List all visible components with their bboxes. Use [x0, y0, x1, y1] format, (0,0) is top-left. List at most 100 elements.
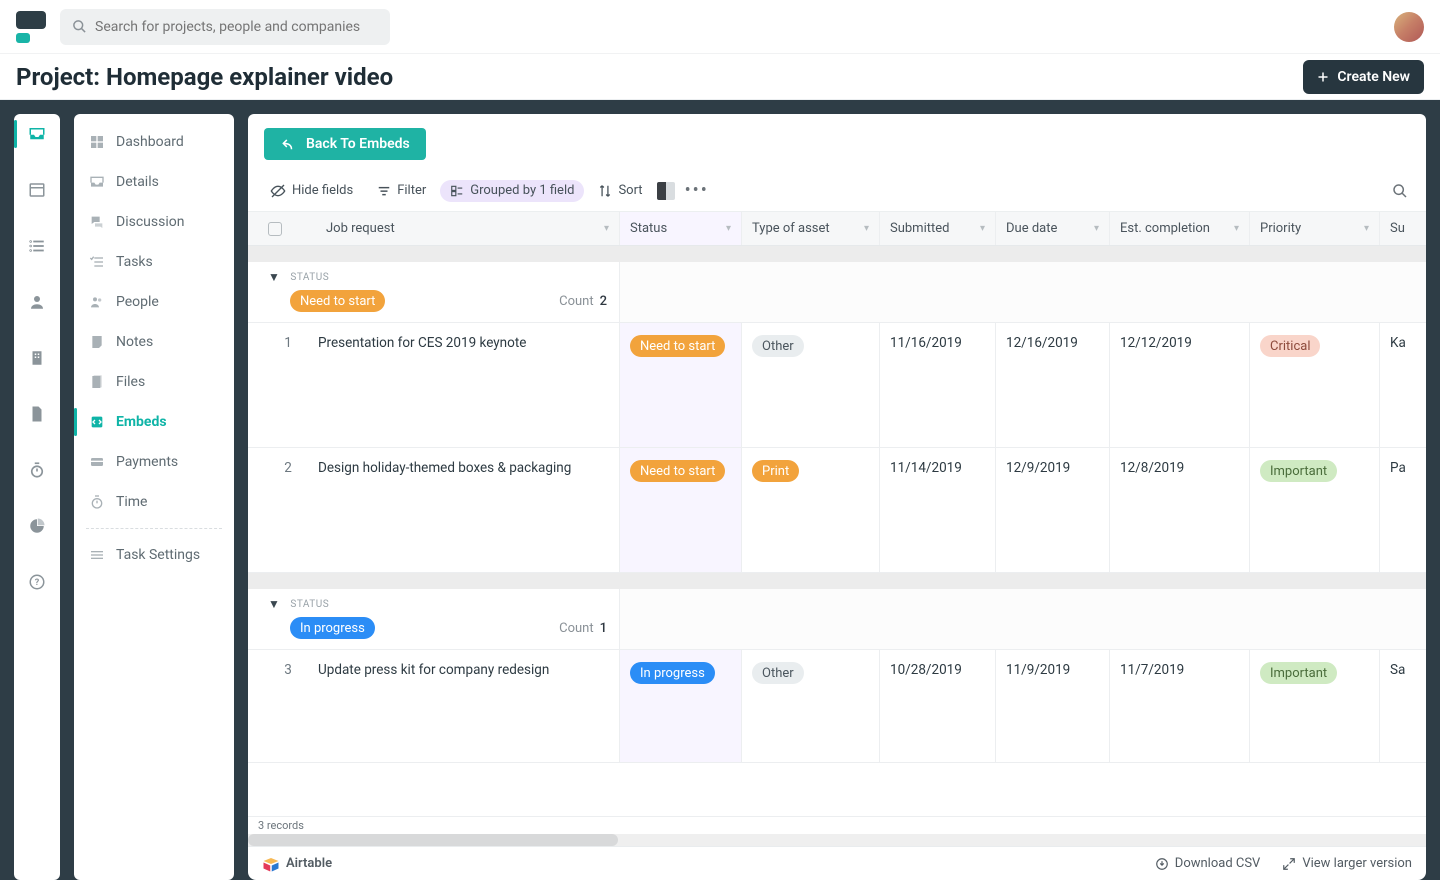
cell-asset-pill[interactable]: Print	[752, 460, 799, 482]
cell-submitted[interactable]: 11/14/2019	[880, 448, 996, 572]
group-collapse-toggle[interactable]: ▼	[268, 597, 280, 611]
cell-est[interactable]: 12/8/2019	[1110, 448, 1250, 572]
cell-status-pill[interactable]: Need to start	[630, 460, 725, 482]
rail-person[interactable]	[14, 286, 60, 318]
sidebar-item-embeds[interactable]: Embeds	[74, 402, 234, 442]
group-collapse-toggle[interactable]: ▼	[268, 270, 280, 284]
chevron-down-icon[interactable]: ▾	[864, 223, 869, 234]
rail-list[interactable]	[14, 230, 60, 262]
col-due-date[interactable]: Due date ▾	[996, 212, 1110, 245]
cell-job-request[interactable]: Presentation for CES 2019 keynote	[318, 335, 526, 447]
chevron-down-icon[interactable]: ▾	[1094, 223, 1099, 234]
cell-overflow[interactable]: Pa	[1380, 448, 1426, 572]
rail-window[interactable]	[14, 174, 60, 206]
grouped-by-label: Grouped by 1 field	[470, 183, 574, 198]
chevron-down-icon[interactable]: ▾	[1364, 223, 1369, 234]
airtable-brand[interactable]: Airtable	[262, 856, 332, 872]
cell-job-request[interactable]: Update press kit for company redesign	[318, 662, 549, 762]
col-submitted[interactable]: Submitted ▾	[880, 212, 996, 245]
cell-priority-pill[interactable]: Important	[1260, 460, 1337, 482]
cell-due[interactable]: 12/9/2019	[996, 448, 1110, 572]
cell-job-request[interactable]: Design holiday-themed boxes & packaging	[318, 460, 571, 572]
back-to-embeds-button[interactable]: Back To Embeds	[264, 128, 426, 160]
records-count: 3 records	[248, 816, 1426, 834]
filter-label: Filter	[397, 183, 426, 198]
col-label: Submitted	[890, 221, 949, 236]
col-label: Su	[1390, 221, 1405, 236]
select-all-checkbox[interactable]	[268, 222, 282, 236]
rail-inbox[interactable]	[14, 118, 60, 150]
rail-chart[interactable]	[14, 510, 60, 542]
sidebar-item-notes[interactable]: Notes	[74, 322, 234, 362]
sidebar-item-dashboard[interactable]: Dashboard	[74, 122, 234, 162]
col-label: Due date	[1006, 221, 1057, 236]
sidebar-item-files[interactable]: Files	[74, 362, 234, 402]
cell-status-pill[interactable]: In progress	[630, 662, 715, 684]
col-status[interactable]: Status ▾	[620, 212, 742, 245]
col-job-request[interactable]: Job request ▾	[248, 212, 620, 245]
grouped-by-button[interactable]: Grouped by 1 field	[440, 180, 584, 202]
cell-asset-pill[interactable]: Other	[752, 662, 804, 684]
cell-est[interactable]: 12/12/2019	[1110, 323, 1250, 447]
titlebar: Project: Homepage explainer video Create…	[0, 54, 1440, 100]
rail-timer[interactable]	[14, 454, 60, 486]
sidebar-item-payments[interactable]: Payments	[74, 442, 234, 482]
sort-button[interactable]: Sort	[588, 176, 652, 206]
group-status-pill: Need to start	[290, 290, 385, 312]
cell-priority-pill[interactable]: Critical	[1260, 335, 1320, 357]
global-search[interactable]	[60, 9, 390, 45]
cell-priority-pill[interactable]: Important	[1260, 662, 1337, 684]
cell-submitted[interactable]: 11/16/2019	[880, 323, 996, 447]
cell-submitted[interactable]: 10/28/2019	[880, 650, 996, 762]
avatar[interactable]	[1394, 12, 1424, 42]
page-title: Project: Homepage explainer video	[16, 63, 393, 91]
table-row[interactable]: 1Presentation for CES 2019 keynote Need …	[248, 323, 1426, 448]
scroll-thumb[interactable]	[248, 834, 618, 846]
row-number: 2	[258, 460, 318, 572]
cell-status-pill[interactable]: Need to start	[630, 335, 725, 357]
rail-doc[interactable]	[14, 398, 60, 430]
app-logo[interactable]	[16, 11, 46, 43]
sidebar-item-details[interactable]: Details	[74, 162, 234, 202]
table-search-button[interactable]	[1386, 183, 1414, 199]
download-csv-label: Download CSV	[1175, 856, 1261, 871]
cell-overflow[interactable]: Sa	[1380, 650, 1426, 762]
rail-help[interactable]: ?	[14, 566, 60, 598]
hide-fields-button[interactable]: Hide fields	[260, 176, 363, 206]
chevron-down-icon[interactable]: ▾	[1234, 223, 1239, 234]
cell-overflow[interactable]: Ka	[1380, 323, 1426, 447]
sidebar-item-time[interactable]: Time	[74, 482, 234, 522]
col-type-of-asset[interactable]: Type of asset▾	[742, 212, 880, 245]
sidebar-task-settings[interactable]: Task Settings	[74, 535, 234, 575]
sidebar-item-label: Tasks	[116, 254, 153, 270]
airtable-toolbar: Hide fields Filter Grouped by 1 field So…	[248, 170, 1426, 212]
cell-asset-pill[interactable]: Other	[752, 335, 804, 357]
chevron-down-icon[interactable]: ▾	[726, 223, 731, 234]
sidebar-item-people[interactable]: People	[74, 282, 234, 322]
sidebar-item-discussion[interactable]: Discussion	[74, 202, 234, 242]
filter-button[interactable]: Filter	[367, 176, 436, 206]
sidebar-item-tasks[interactable]: Tasks	[74, 242, 234, 282]
create-new-button[interactable]: Create New	[1303, 60, 1424, 94]
chevron-down-icon[interactable]: ▾	[980, 223, 985, 234]
embed-panel: Back To Embeds Hide fields Filter Groupe…	[248, 114, 1426, 880]
search-input[interactable]	[95, 19, 378, 35]
horizontal-scrollbar[interactable]	[248, 834, 1426, 846]
airtable-brand-label: Airtable	[286, 856, 332, 871]
row-height-button[interactable]	[657, 182, 675, 200]
cell-due[interactable]: 12/16/2019	[996, 323, 1110, 447]
rail-building[interactable]	[14, 342, 60, 374]
col-overflow[interactable]: Su	[1380, 212, 1426, 245]
col-priority[interactable]: Priority▾	[1250, 212, 1380, 245]
table-row[interactable]: 2Design holiday-themed boxes & packaging…	[248, 448, 1426, 573]
view-larger-link[interactable]: View larger version	[1282, 856, 1412, 871]
chevron-down-icon[interactable]: ▾	[604, 223, 609, 234]
cell-due[interactable]: 11/9/2019	[996, 650, 1110, 762]
table-row[interactable]: 3Update press kit for company redesign I…	[248, 650, 1426, 763]
more-options-button[interactable]: •••	[679, 180, 715, 201]
col-label: Status	[630, 221, 667, 236]
col-est-completion[interactable]: Est. completion▾	[1110, 212, 1250, 245]
sidebar-item-label: People	[116, 294, 159, 310]
download-csv-link[interactable]: Download CSV	[1155, 856, 1261, 871]
cell-est[interactable]: 11/7/2019	[1110, 650, 1250, 762]
